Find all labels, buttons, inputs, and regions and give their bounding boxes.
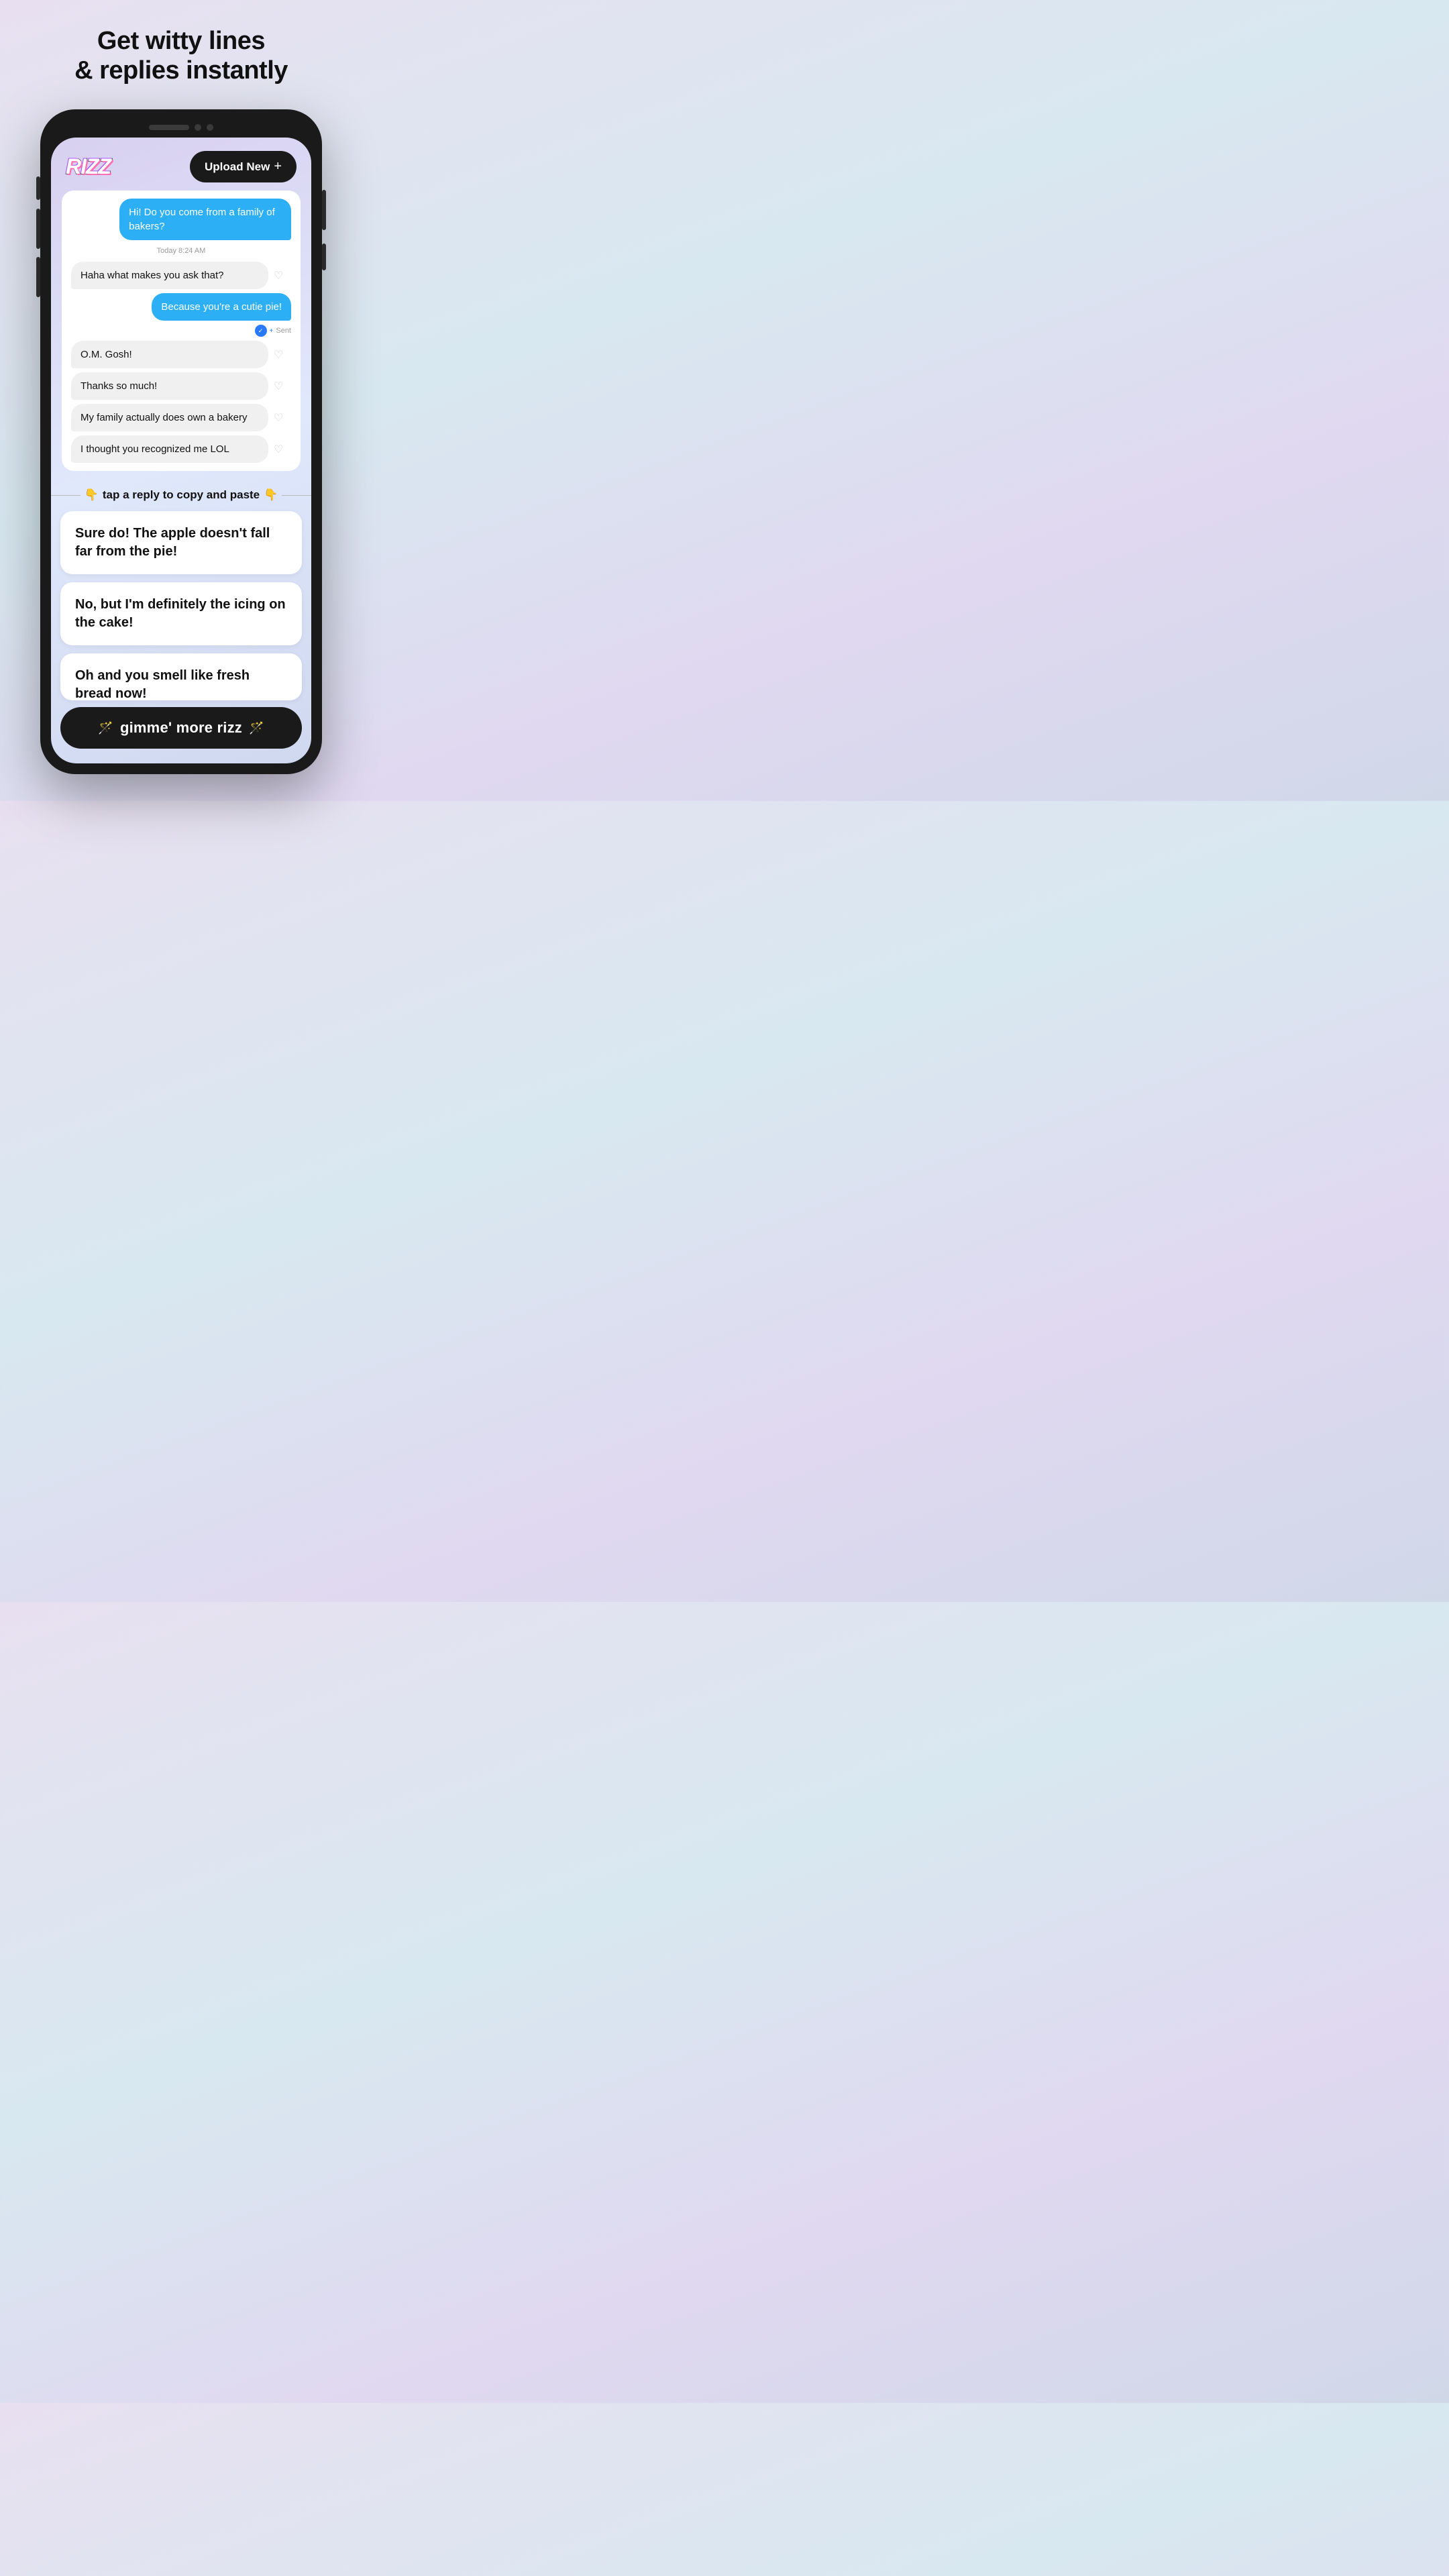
- heart-icon-2: ♡: [274, 348, 283, 362]
- volume-down-button: [36, 257, 40, 297]
- instruction-emoji-left: 👇: [85, 488, 99, 502]
- sent-label: Sent: [276, 327, 291, 335]
- received-bubble-3: Thanks so much!: [71, 372, 268, 400]
- sent-check-icon: ✓: [255, 325, 267, 337]
- phone-notch: [51, 120, 311, 138]
- received-row-4: My family actually does own a bakery ♡: [71, 404, 291, 431]
- heart-icon-1: ♡: [274, 269, 283, 282]
- sent-bubble-2: Because you're a cutie pie!: [152, 293, 291, 321]
- power-button: [322, 190, 326, 230]
- mute-button: [36, 176, 40, 200]
- instruction-row: 👇 tap a reply to copy and paste 👇: [51, 482, 311, 511]
- reply-text-3: Oh and you smell like fresh bread now!: [75, 668, 250, 700]
- upload-plus-icon: +: [274, 159, 282, 174]
- reply-text-2: No, but I'm definitely the icing on the …: [75, 597, 286, 630]
- phone-frame: RIZZ Upload New + Hi! Do you come from a…: [40, 109, 322, 774]
- volume-button-right: [322, 244, 326, 270]
- rizz-logo: RIZZ: [66, 154, 111, 179]
- wand-icon-left: 🪄: [98, 721, 113, 735]
- reply-text-1: Sure do! The apple doesn't fall far from…: [75, 526, 270, 559]
- received-row-2: O.M. Gosh! ♡: [71, 341, 291, 368]
- upload-new-button[interactable]: Upload New +: [190, 151, 297, 182]
- notch-dot-2: [207, 124, 213, 131]
- notch-pill: [149, 125, 189, 130]
- chat-timestamp: Today 8:24 AM: [71, 247, 291, 255]
- heart-icon-5: ♡: [274, 443, 283, 456]
- reply-card-1[interactable]: Sure do! The apple doesn't fall far from…: [60, 511, 302, 574]
- wand-icon-right: 🪄: [249, 721, 264, 735]
- page-title: Get witty lines & replies instantly: [74, 27, 288, 85]
- heart-icon-3: ♡: [274, 380, 283, 393]
- received-row-5: I thought you recognized me LOL ♡: [71, 435, 291, 463]
- received-bubble-1: Haha what makes you ask that?: [71, 262, 268, 289]
- upload-label: Upload New: [205, 160, 270, 174]
- chat-container: Hi! Do you come from a family of bakers?…: [62, 191, 301, 471]
- sent-bubble-1: Hi! Do you come from a family of bakers?: [119, 199, 291, 240]
- app-header: RIZZ Upload New +: [51, 138, 311, 191]
- received-row-3: Thanks so much! ♡: [71, 372, 291, 400]
- reply-card-3-partial[interactable]: Oh and you smell like fresh bread now!: [60, 653, 302, 700]
- instruction-text: tap a reply to copy and paste: [103, 488, 260, 502]
- phone-screen: RIZZ Upload New + Hi! Do you come from a…: [51, 138, 311, 763]
- received-row-1: Haha what makes you ask that? ♡: [71, 262, 291, 289]
- gimme-more-rizz-button[interactable]: 🪄 gimme' more rizz 🪄: [60, 707, 302, 749]
- volume-up-button: [36, 209, 40, 249]
- heart-icon-4: ♡: [274, 411, 283, 425]
- sent-status: ✓ + Sent: [255, 325, 291, 337]
- notch-dot: [195, 124, 201, 131]
- gimme-label: gimme' more rizz: [120, 719, 242, 737]
- received-bubble-5: I thought you recognized me LOL: [71, 435, 268, 463]
- instruction-line-right: [282, 495, 311, 496]
- received-bubble-2: O.M. Gosh!: [71, 341, 268, 368]
- plus-badge: +: [270, 327, 274, 335]
- instruction-line-left: [51, 495, 80, 496]
- received-bubble-4: My family actually does own a bakery: [71, 404, 268, 431]
- instruction-emoji-right: 👇: [264, 488, 278, 502]
- reply-card-2[interactable]: No, but I'm definitely the icing on the …: [60, 582, 302, 645]
